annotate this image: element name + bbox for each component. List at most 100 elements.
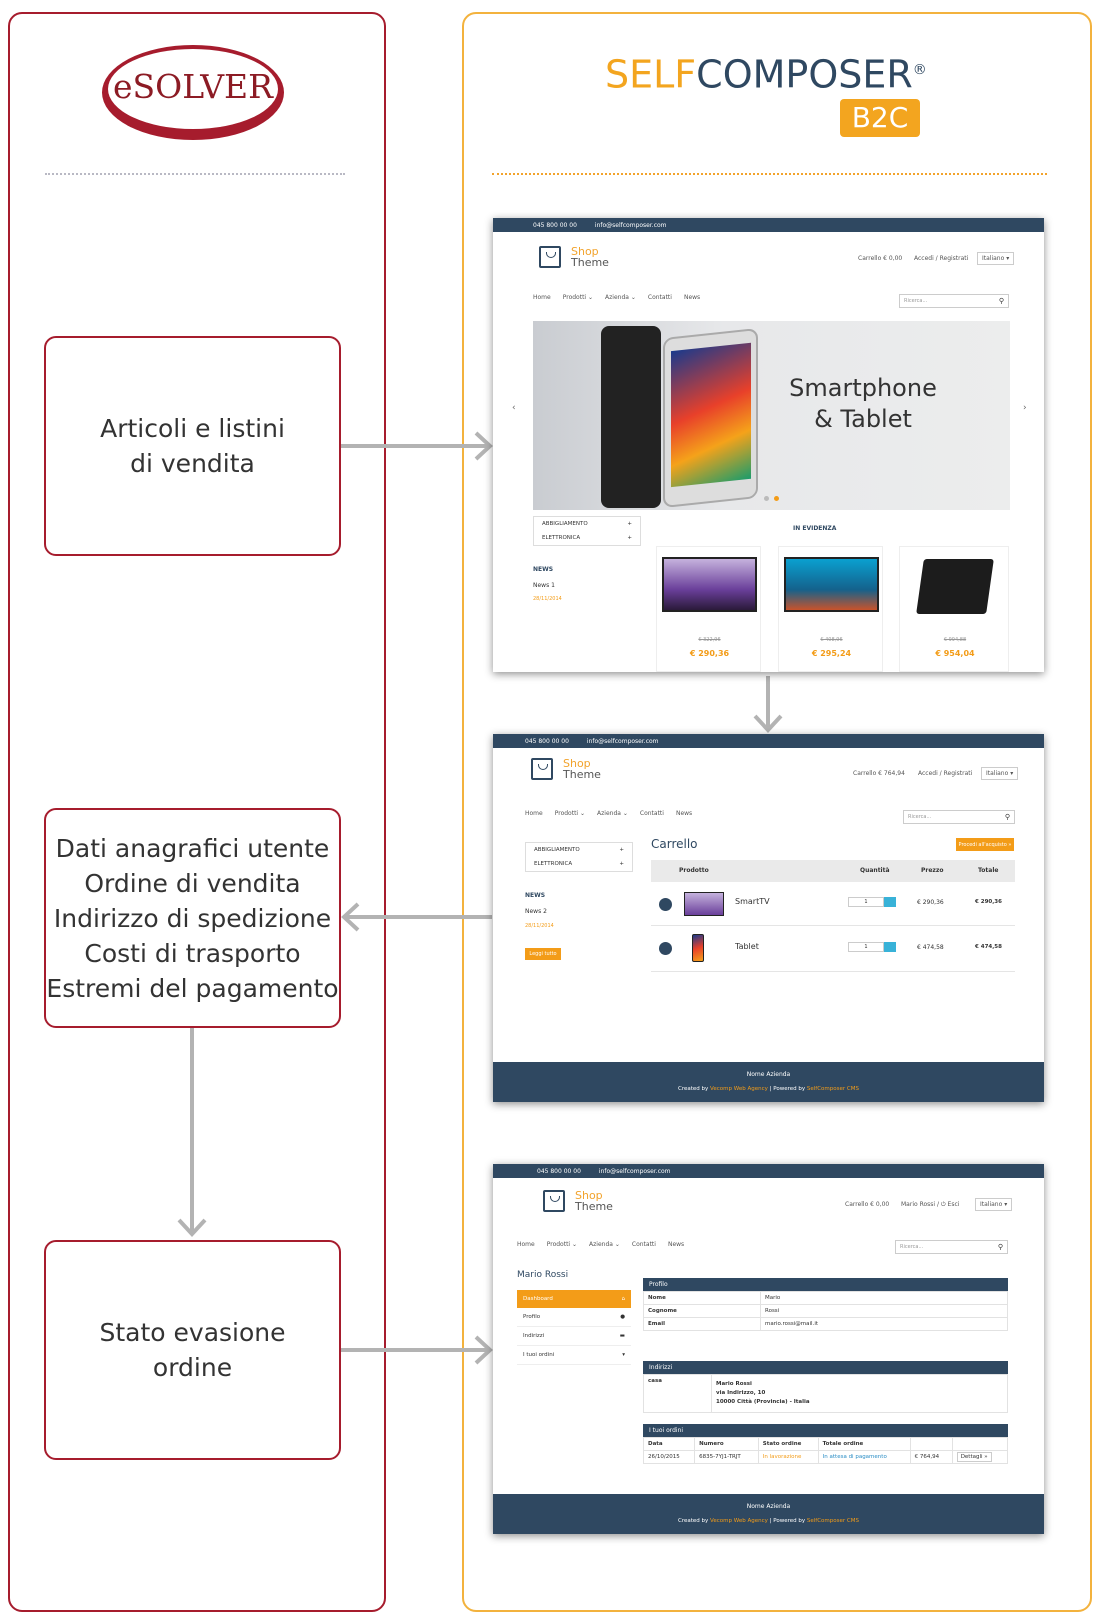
search-icon: ⚲ <box>998 297 1004 305</box>
laptop-image <box>916 559 994 614</box>
refresh-icon[interactable] <box>884 897 896 907</box>
nav-item[interactable]: Azienda ⌄ <box>605 294 636 301</box>
top-bar: 045 800 00 00 info@selfcomposer.com <box>493 218 1044 232</box>
top-bar: 045 800 00 00 info@selfcomposer.com <box>493 1164 1044 1178</box>
nav-item[interactable]: Azienda ⌄ <box>597 810 628 817</box>
cart-link[interactable]: Carrello € 0,00 <box>858 255 902 262</box>
language-select[interactable]: Italiano ▾ <box>981 767 1019 780</box>
trash-icon[interactable] <box>659 898 672 911</box>
product-card[interactable]: € 408,96 € 295,24 <box>778 546 883 672</box>
cart-title: Carrello <box>651 837 698 851</box>
nav-item[interactable]: Home <box>533 294 551 301</box>
nav-item[interactable]: Prodotti ⌄ <box>555 810 585 817</box>
tv-image <box>662 557 757 612</box>
product-name[interactable]: Tablet <box>735 942 759 951</box>
bag-icon <box>543 1190 565 1212</box>
slider-dot[interactable] <box>764 496 769 501</box>
bag-icon <box>539 246 561 268</box>
nav-item[interactable]: News <box>676 810 692 817</box>
price: € 474,58 <box>917 944 944 951</box>
nav-item[interactable]: Prodotti ⌄ <box>563 294 593 301</box>
nav-item[interactable]: Contatti <box>648 294 672 301</box>
cart-row: Tablet 1 € 474,58 € 474,58 <box>651 926 1015 972</box>
quantity-input[interactable]: 1 <box>848 897 884 907</box>
featured-title: IN EVIDENZA <box>793 525 837 532</box>
login-link[interactable]: Accedi / Registrati <box>918 770 972 777</box>
language-select[interactable]: Italiano ▾ <box>977 252 1015 265</box>
price: € 295,24 <box>811 649 852 658</box>
news-item[interactable]: News 2 <box>525 908 547 915</box>
nav-item[interactable]: Home <box>517 1241 535 1248</box>
top-bar: 045 800 00 00 info@selfcomposer.com <box>493 734 1044 748</box>
news-item[interactable]: News 1 <box>533 582 555 589</box>
footer-credits: Created by Vecomp Web Agency | Powered b… <box>678 1086 859 1092</box>
nav-item[interactable]: Contatti <box>640 810 664 817</box>
category-item[interactable]: ELETTRONICA + <box>534 531 640 545</box>
cart-row: SmartTV 1 € 290,36 € 290,36 <box>651 882 1015 926</box>
menu-orders[interactable]: I tuoi ordini ▾ <box>517 1346 631 1365</box>
shop-logo[interactable]: Shop Theme <box>531 758 601 780</box>
language-select[interactable]: Italiano ▾ <box>975 1198 1013 1211</box>
news-date: 28/11/2014 <box>525 923 554 929</box>
user-menu[interactable]: Mario Rossi / ⏻ Esci <box>901 1201 959 1209</box>
slider-dot[interactable] <box>774 496 779 501</box>
total: € 290,36 <box>975 899 1002 905</box>
read-all-button[interactable]: Leggi tutto <box>525 948 561 960</box>
prev-arrow-icon[interactable]: ‹ <box>512 403 516 413</box>
phone-image <box>601 326 661 508</box>
menu-addresses[interactable]: Indirizzi ▬ <box>517 1327 631 1346</box>
cart-link[interactable]: Carrello € 764,94 <box>853 770 905 777</box>
price: € 290,36 <box>917 899 944 906</box>
nav-item[interactable]: Contatti <box>632 1241 656 1248</box>
category-item[interactable]: ABBIGLIAMENTO + <box>526 843 632 857</box>
cart-header: Prodotto Quantità Prezzo Totale <box>651 860 1015 882</box>
proceed-button[interactable]: Procedi all'acquisto » <box>956 838 1014 851</box>
shop-logo[interactable]: Shop Theme <box>539 246 609 268</box>
cart-screenshot: 045 800 00 00 info@selfcomposer.com Shop T… <box>493 734 1044 1102</box>
refresh-icon[interactable] <box>884 942 896 952</box>
bag-icon <box>531 758 553 780</box>
nav-item[interactable]: News <box>684 294 700 301</box>
footer-credits: Created by Vecomp Web Agency | Powered b… <box>678 1518 859 1524</box>
phone-text: 045 800 00 00 <box>533 221 577 229</box>
trash-icon[interactable] <box>659 942 672 955</box>
product-card[interactable]: € 322,96 € 290,36 <box>656 546 761 672</box>
footer-company: Nome Azienda <box>746 1503 791 1510</box>
news-title: NEWS <box>525 892 546 899</box>
shop-logo[interactable]: Shop Theme <box>543 1190 613 1212</box>
product-name[interactable]: SmartTV <box>735 897 770 906</box>
nav-item[interactable]: Azienda ⌄ <box>589 1241 620 1248</box>
hero-slider[interactable]: Smartphone & Tablet <box>533 321 1010 510</box>
cart-link[interactable]: Carrello € 0,00 <box>845 1201 889 1208</box>
main-nav: Home Prodotti ⌄ Azienda ⌄ Contatti News <box>525 810 704 817</box>
nav-item[interactable]: Prodotti ⌄ <box>547 1241 577 1248</box>
search-input[interactable]: Ricerca... ⚲ <box>903 810 1015 824</box>
menu-dashboard[interactable]: Dashboard ⌂ <box>517 1290 631 1308</box>
news-date: 28/11/2014 <box>533 596 562 602</box>
total: € 474,58 <box>975 944 1002 950</box>
email-text: info@selfcomposer.com <box>594 221 667 229</box>
search-input[interactable]: Ricerca... ⚲ <box>899 294 1009 308</box>
user-icon: ● <box>620 1314 625 1320</box>
main-nav: Home Prodotti ⌄ Azienda ⌄ Contatti News <box>533 294 712 301</box>
nav-item[interactable]: News <box>668 1241 684 1248</box>
news-title: NEWS <box>533 566 554 573</box>
menu-profile[interactable]: Profilo ● <box>517 1308 631 1327</box>
next-arrow-icon[interactable]: › <box>1023 403 1027 413</box>
price: € 954,04 <box>935 649 975 658</box>
details-button[interactable]: Dettagli » <box>956 1452 992 1462</box>
login-link[interactable]: Accedi / Registrati <box>914 255 968 262</box>
account-screenshot: 045 800 00 00 info@selfcomposer.com Shop T… <box>493 1164 1044 1534</box>
plus-icon: + <box>627 535 632 541</box>
search-icon: ⚲ <box>997 1243 1003 1251</box>
phone-image <box>663 328 758 508</box>
quantity-input[interactable]: 1 <box>848 942 884 952</box>
category-item[interactable]: ELETTRONICA + <box>526 857 632 871</box>
footer: Nome Azienda Created by Vecomp Web Agenc… <box>493 1062 1044 1102</box>
search-input[interactable]: Ricerca... ⚲ <box>895 1240 1008 1254</box>
nav-item[interactable]: Home <box>525 810 543 817</box>
category-item[interactable]: ABBIGLIAMENTO + <box>534 517 640 531</box>
footer-company: Nome Azienda <box>746 1071 791 1078</box>
product-card[interactable]: € 994,88 € 954,04 <box>899 546 1009 672</box>
category-list: ABBIGLIAMENTO + ELETTRONICA + <box>525 842 633 872</box>
